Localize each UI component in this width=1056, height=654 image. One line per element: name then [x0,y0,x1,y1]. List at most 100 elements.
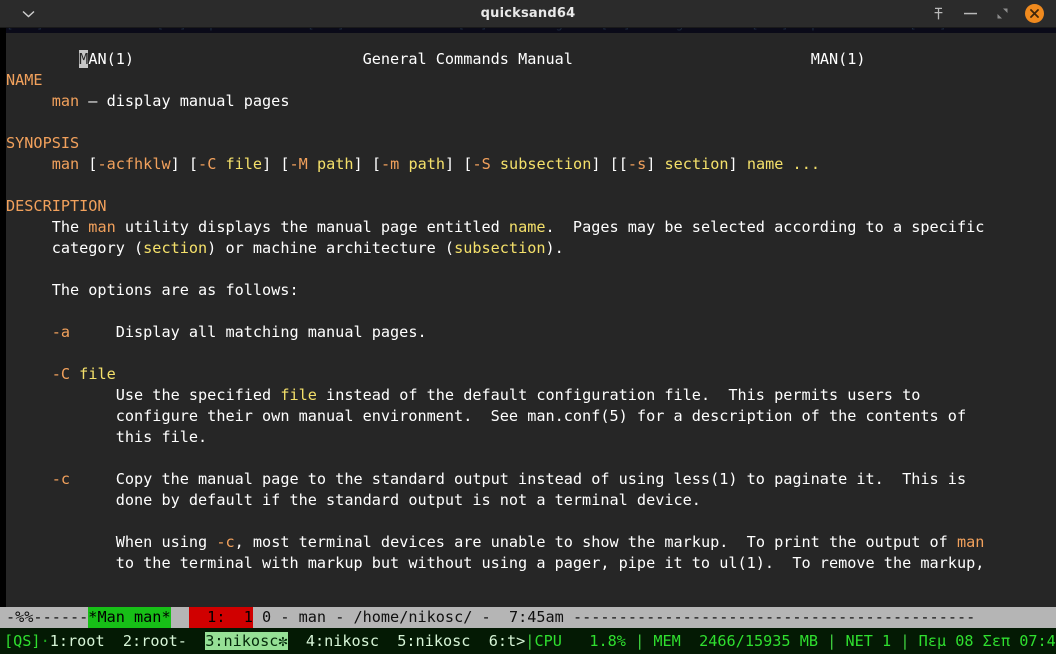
name-line: man – display manual pages [6,91,1056,112]
text-run: this file. [115,428,208,446]
man-name-desc: – display manual pages [79,92,290,110]
text-run: ). [545,239,564,257]
section-heading-description: DESCRIPTION [6,197,107,215]
tmux-cpu-value: 1.8% [589,632,626,650]
text-run: ] [ [445,155,473,173]
tmux-pipe: | [635,632,645,650]
sp [818,628,827,654]
text-run: When using [115,533,217,551]
text-run: Display all matching manual pages. [115,323,427,341]
blank-row [6,112,1056,133]
blank-row [6,448,1056,469]
text-run [216,155,225,173]
modeline-buffer-name: *Man man* [88,607,171,628]
option-row: -c Copy the manual page to the standard … [6,469,1056,490]
text-run: -m [380,155,400,173]
blank-row [6,511,1056,532]
tmux-window-3[interactable]: 3:nikosc✼ [205,632,288,650]
text-run: ] [ [170,155,199,173]
window-titlebar: quicksand64 [0,0,1056,28]
chevron-down-icon [22,8,35,20]
sp [910,628,919,654]
maximize-icon[interactable] [993,5,1011,23]
section-heading-name: NAME [6,71,43,89]
text-run: -M [289,155,308,173]
text-run: name ... [746,155,820,173]
man-header-center: General Commands Manual [362,50,573,68]
text-run: file [225,155,263,173]
pin-icon[interactable] [929,5,947,23]
option-body-line: done by default if the standard output i… [6,490,1056,511]
tmux-separator: · [40,632,50,650]
sp [836,628,845,654]
text-run: name [508,218,546,236]
tmux-window-2[interactable]: 2:root- [123,632,187,650]
text-run: subsection [454,239,546,257]
text-run: -C [198,155,217,173]
options-intro-text: The options are as follows: [51,281,299,299]
text-run: ] [ [262,155,290,173]
window-controls [929,4,1056,23]
option-flag: -c [51,470,71,488]
sp [644,628,653,654]
tmux-session-name[interactable]: [QS] [4,628,41,654]
close-icon[interactable] [1025,4,1044,23]
tmux-clock: Πεμ 08 Σεπ 07:46 [918,632,1056,650]
tmux-window-6[interactable]: 6:t> [489,632,526,650]
option-body-line: to the terminal with markup but without … [6,553,1056,574]
text-run: instead of the default configuration fil… [316,386,921,404]
text-run: file [280,386,317,404]
tmux-net-label: NET [845,632,873,650]
window-menu-button[interactable] [0,8,56,20]
option-body-line: When using -c, most terminal devices are… [6,532,1056,553]
minimize-icon[interactable] [961,5,979,23]
sp [891,628,900,654]
description-body: The man utility displays the manual page… [6,217,1056,574]
text-run: configure their own manual environment. … [115,407,967,425]
text-run: Copy the manual page to the standard out… [115,470,967,488]
sp [873,628,882,654]
tmux-pipe: | [827,632,837,650]
text-run [491,155,500,173]
tmux-window-5[interactable]: 5:nikosc [397,632,470,650]
man-header-left: AN(1) [88,50,135,68]
option-body-line: configure their own manual environment. … [6,406,1056,427]
tmux-window-4[interactable]: 4:nikosc [306,632,379,650]
text-run: -c [216,533,235,551]
tmux-window-1[interactable]: 1:root [50,632,105,650]
option-body-line: this file. [6,427,1056,448]
text-run [308,155,317,173]
description-line: The man utility displays the manual page… [6,217,1056,238]
text-run: . Pages may be selected according to a s… [545,218,985,236]
blank-row [6,343,1056,364]
text-run: , most terminal devices are unable to sh… [234,533,957,551]
description-line: category (section) or machine architectu… [6,238,1056,259]
text-run: ] [728,155,747,173]
tmux-mem-value: 2466/15935 MB [699,632,818,650]
option-row: -C file [6,364,1056,385]
option-flag: -C [51,365,71,383]
text-run: section [143,239,208,257]
tmux-net-value: 1 [882,632,892,650]
terminal-view[interactable]: [^..] Select cols [^R] Repeat [^..] Sear… [0,28,1056,607]
blank-row [6,175,1056,196]
text-run: ] [ [353,155,381,173]
modeline-position: 1: 1 [188,607,253,628]
tmux-cpu-label: CPU [534,632,562,650]
modeline-time: 7:45am [499,608,573,626]
terminal-cursor: M [79,50,89,68]
window-title: quicksand64 [480,6,576,21]
text-run: Use the specified [115,386,281,404]
